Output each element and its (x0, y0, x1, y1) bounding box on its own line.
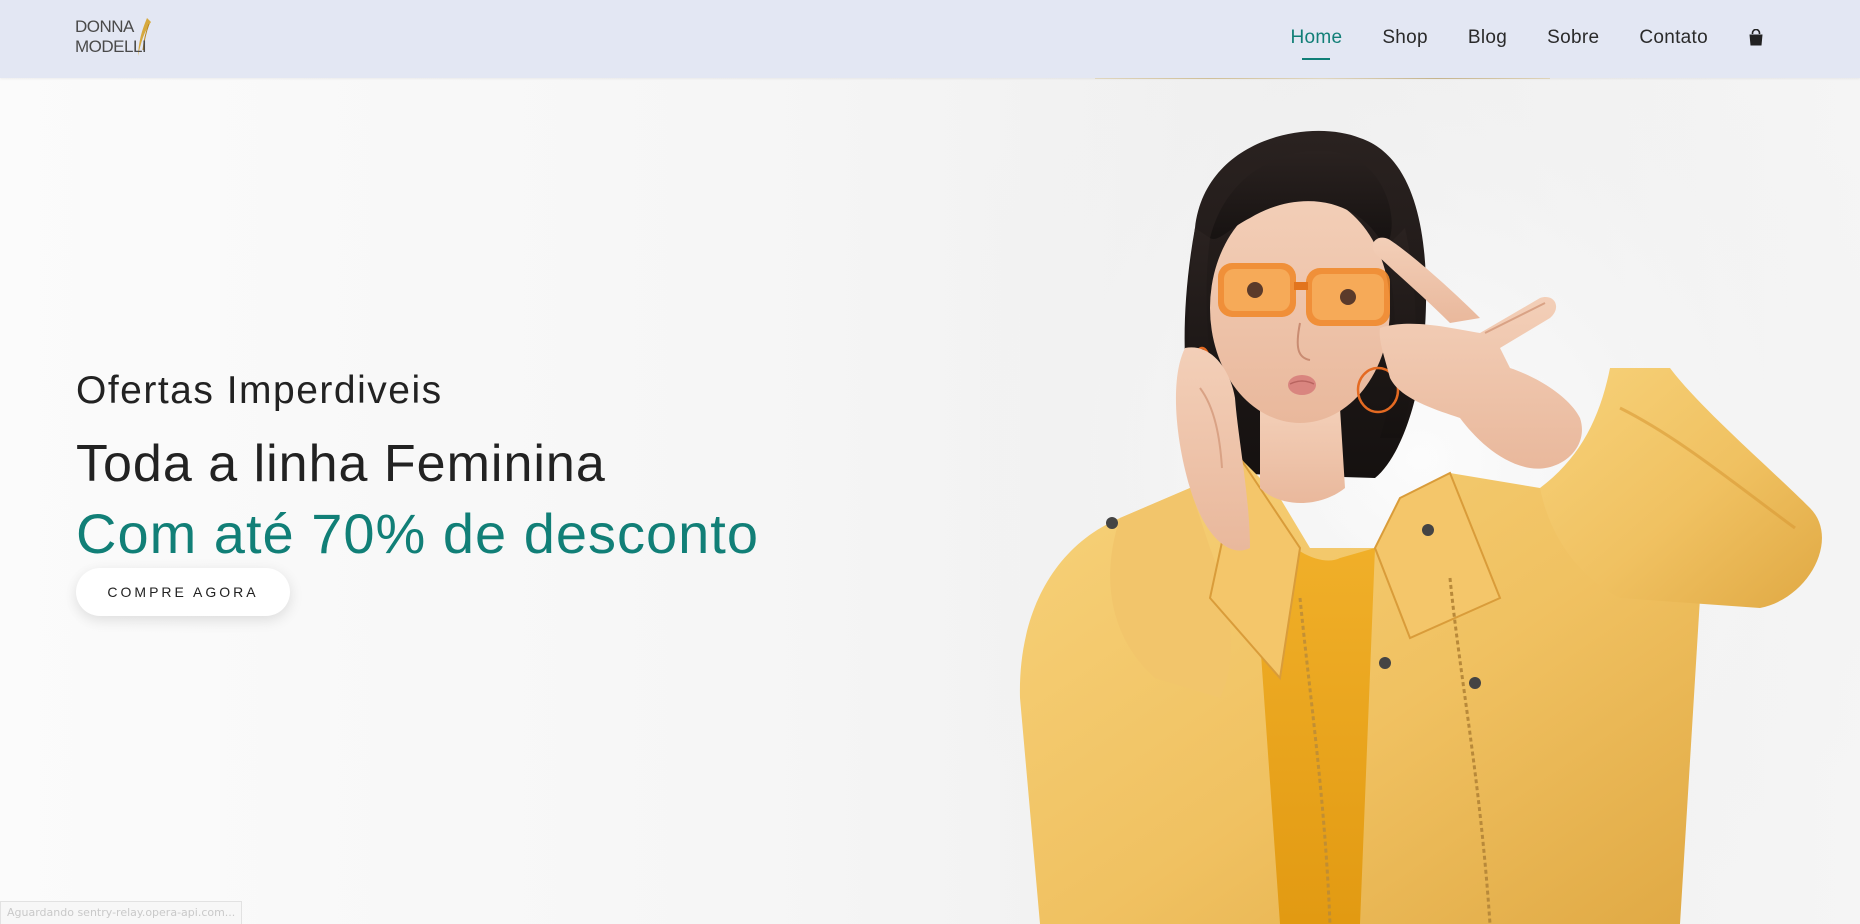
hero-kicker: Ofertas Imperdiveis (76, 369, 443, 412)
site-header: DONNA MODELLI Home Shop Blog Sobre Conta… (0, 0, 1860, 78)
nav-sobre[interactable]: Sobre (1547, 27, 1599, 49)
main-nav: Home Shop Blog Sobre Contato (1250, 0, 1764, 76)
nav-contato[interactable]: Contato (1639, 27, 1708, 49)
shop-now-button[interactable]: COMPRE AGORA (76, 568, 290, 616)
page: DONNA MODELLI Home Shop Blog Sobre Conta… (0, 0, 1860, 924)
hero-model-image (980, 78, 1860, 924)
logo-text: DONNA MODELLI (75, 17, 147, 56)
nav-shop[interactable]: Shop (1382, 27, 1428, 49)
hero-headline: Toda a linha Feminina (76, 435, 606, 493)
nav-home[interactable]: Home (1290, 27, 1342, 60)
hero-subheadline: Com até 70% de desconto (76, 502, 759, 565)
nav-blog[interactable]: Blog (1468, 27, 1507, 49)
brand-logo[interactable]: DONNA MODELLI (75, 16, 205, 58)
hero-text-block: Ofertas Imperdiveis Toda a linha Feminin… (76, 365, 759, 571)
browser-status-bar: Aguardando sentry-relay.opera-api.com... (0, 901, 243, 924)
shopping-bag-icon[interactable] (1748, 28, 1764, 47)
